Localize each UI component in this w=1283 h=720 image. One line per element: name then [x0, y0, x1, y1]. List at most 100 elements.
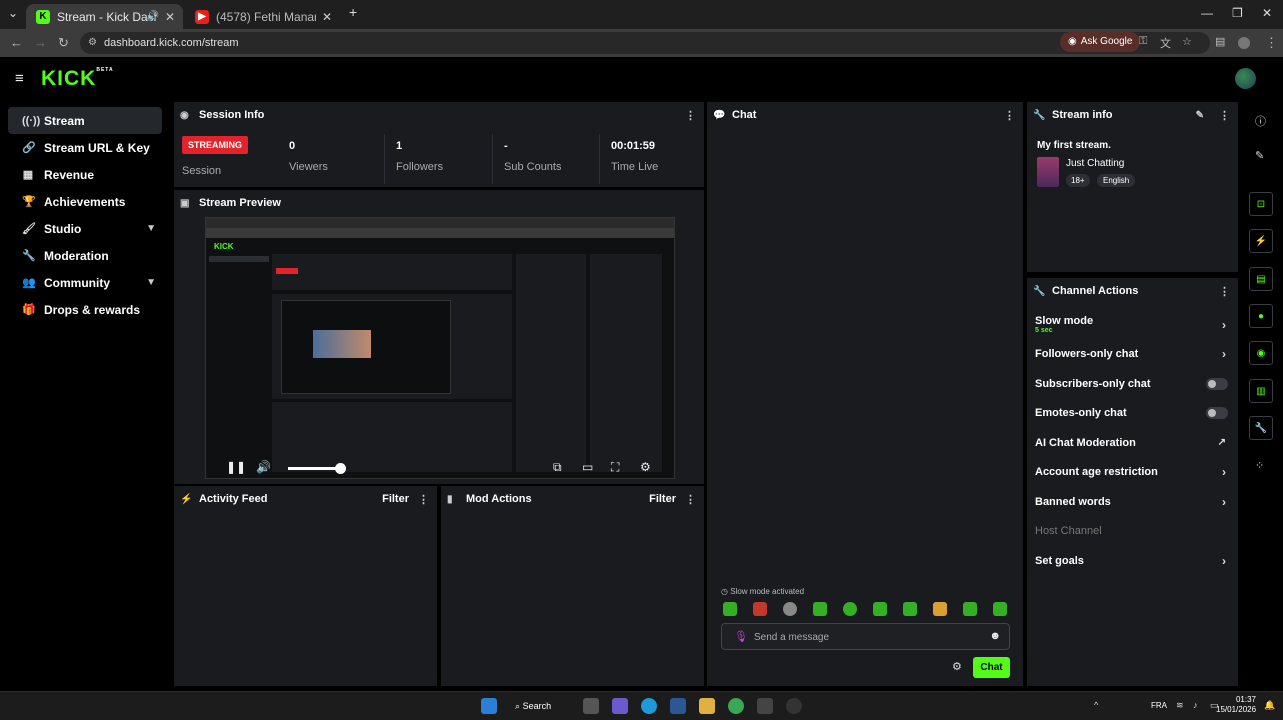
taskbar-search[interactable]: ⌕ Search	[515, 697, 560, 715]
document-icon[interactable]: ▤	[1249, 267, 1273, 291]
windows-start-icon[interactable]	[481, 698, 497, 714]
user-avatar[interactable]	[1235, 68, 1256, 89]
language-indicator[interactable]: FRA	[1151, 701, 1167, 710]
maximize-icon[interactable]: ❐	[1232, 6, 1243, 20]
sidebar-item-stream-url-key[interactable]: 🔗 Stream URL & Key	[8, 134, 162, 161]
address-bar[interactable]: ⚙ dashboard.kick.com/stream	[80, 32, 1210, 54]
volume-icon[interactable]: 🔊	[256, 460, 271, 474]
back-icon[interactable]: ←	[10, 35, 23, 50]
hamburger-menu-icon[interactable]: ≡	[15, 70, 24, 87]
emote-icon[interactable]	[963, 602, 977, 616]
translate-icon[interactable]: 文	[1160, 35, 1171, 51]
microphone-icon[interactable]: 🎙	[734, 630, 748, 643]
tab-kick-dashboard[interactable]: K Stream - Kick Dashboard 🔊 ✕	[26, 4, 183, 29]
fullscreen-icon[interactable]: ⛶	[611, 460, 619, 475]
tab-search-icon[interactable]: ⌄	[8, 6, 18, 20]
edge-icon[interactable]	[641, 698, 657, 714]
app-icon[interactable]	[786, 698, 802, 714]
ask-google-button[interactable]: ◉ Ask Google	[1060, 32, 1141, 52]
lightning-icon[interactable]: ⚡	[1249, 229, 1273, 253]
layout-icon[interactable]: ▥	[1249, 379, 1273, 403]
ai-moderation-row[interactable]: AI Chat Moderation ↗	[1027, 428, 1238, 458]
teams-icon[interactable]	[612, 698, 628, 714]
sidebar-panel-icon[interactable]: ▤	[1215, 35, 1225, 48]
theater-mode-icon[interactable]: ▭	[582, 460, 593, 474]
scan-icon[interactable]: ⊡	[1249, 192, 1273, 216]
chrome-icon[interactable]	[728, 698, 744, 714]
set-goals-row[interactable]: Set goals ›	[1027, 546, 1238, 576]
sidebar-item-revenue[interactable]: ▦ Revenue	[8, 161, 162, 188]
sidebar-item-stream[interactable]: ((·)) Stream	[8, 107, 162, 134]
notifications-icon[interactable]: 🔔	[1264, 700, 1275, 711]
volume-slider[interactable]	[288, 463, 347, 474]
site-info-icon[interactable]: ⚙	[88, 32, 97, 54]
sidebar-item-studio[interactable]: 🖌 Studio ▼	[8, 215, 162, 242]
file-explorer-icon[interactable]	[699, 698, 715, 714]
emote-icon[interactable]	[993, 602, 1007, 616]
sidebar-item-drops-rewards[interactable]: 🎁 Drops & rewards	[8, 296, 162, 323]
close-tab-icon[interactable]: ✕	[322, 10, 332, 24]
picture-in-picture-icon[interactable]: ⧉	[553, 460, 562, 475]
minimize-icon[interactable]: —	[1201, 6, 1213, 20]
chevron-down-icon[interactable]: ▼	[146, 223, 156, 234]
emote-icon[interactable]	[783, 602, 797, 616]
filter-button[interactable]: Filter	[382, 493, 409, 505]
info-icon[interactable]: ⓘ	[1255, 113, 1266, 129]
emote-icon[interactable]	[843, 602, 857, 616]
chevron-down-icon[interactable]: ▼	[146, 277, 156, 288]
slow-mode-row[interactable]: Slow mode 5 sec ›	[1027, 310, 1238, 340]
chat-message-input[interactable]: 🎙 Send a message ☻	[721, 623, 1010, 650]
emoji-picker-icon[interactable]: ☻	[989, 630, 1001, 642]
emotes-only-toggle[interactable]	[1206, 407, 1228, 420]
category-name[interactable]: Just Chatting	[1066, 158, 1124, 169]
sidebar-item-community[interactable]: 👥 Community ▼	[8, 269, 162, 296]
sidebar-item-moderation[interactable]: 🔧 Moderation	[8, 242, 162, 269]
followers-only-row[interactable]: Followers-only chat ›	[1027, 340, 1238, 370]
kick-logo[interactable]: KICKBETA	[41, 67, 114, 91]
new-tab-icon[interactable]: +	[349, 4, 357, 20]
more-options-icon[interactable]: ⋮	[685, 493, 696, 506]
tray-chevron-icon[interactable]: ^	[1094, 700, 1098, 710]
speaker-icon[interactable]: ♪	[1193, 700, 1198, 710]
stream-preview-video[interactable]: KICK ❚❚ 🔊 ⧉ ▭ ⛶ ⚙	[205, 217, 675, 479]
password-key-icon[interactable]: ⚿	[1139, 35, 1147, 48]
taskbar-clock[interactable]: 01:37 15/01/2026	[1216, 695, 1256, 715]
filter-button[interactable]: Filter	[649, 493, 676, 505]
more-options-icon[interactable]: ⋮	[1004, 109, 1015, 122]
settings-gear-icon[interactable]: ⚙	[640, 460, 651, 474]
emote-icon[interactable]	[933, 602, 947, 616]
emote-icon[interactable]	[753, 602, 767, 616]
tab-youtube[interactable]: ▶ (4578) Fethi Manar - Sarbi sarbi... ✕	[185, 4, 340, 29]
wifi-icon[interactable]: ≋	[1176, 700, 1184, 711]
close-tab-icon[interactable]: ✕	[165, 10, 175, 24]
add-widget-icon[interactable]: ⁘	[1255, 459, 1264, 472]
window-close-icon[interactable]: ✕	[1262, 6, 1272, 20]
emote-icon[interactable]	[903, 602, 917, 616]
store-icon[interactable]	[757, 698, 773, 714]
audio-icon[interactable]: 🔊	[147, 11, 159, 22]
edit-pencil-icon[interactable]: ✎	[1196, 110, 1204, 121]
chat-settings-gear-icon[interactable]: ⚙	[952, 660, 962, 673]
account-age-row[interactable]: Account age restriction ›	[1027, 458, 1238, 488]
task-view-icon[interactable]	[583, 698, 599, 714]
reload-icon[interactable]: ↻	[58, 35, 69, 51]
more-options-icon[interactable]: ⋮	[418, 493, 429, 506]
subscribers-only-toggle[interactable]	[1206, 377, 1228, 390]
banned-words-row[interactable]: Banned words ›	[1027, 487, 1238, 517]
send-chat-button[interactable]: Chat	[973, 657, 1010, 678]
category-thumbnail[interactable]	[1037, 157, 1059, 187]
browser-menu-icon[interactable]: ⋮	[1265, 35, 1278, 51]
more-options-icon[interactable]: ⋮	[1219, 285, 1230, 298]
edit-pencil-icon[interactable]: ✎	[1255, 149, 1264, 162]
profile-avatar-icon[interactable]	[1238, 37, 1250, 49]
wrench-icon[interactable]: 🔧	[1249, 416, 1273, 440]
bookmark-star-icon[interactable]: ☆	[1182, 35, 1192, 48]
broadcast-icon[interactable]: ◉	[1249, 341, 1273, 365]
emote-icon[interactable]	[873, 602, 887, 616]
forward-icon[interactable]: →	[34, 35, 47, 50]
chat-bubble-icon[interactable]: ●	[1249, 304, 1273, 328]
word-icon[interactable]	[670, 698, 686, 714]
sidebar-item-achievements[interactable]: 🏆 Achievements	[8, 188, 162, 215]
emote-icon[interactable]	[813, 602, 827, 616]
pause-icon[interactable]: ❚❚	[226, 460, 246, 474]
